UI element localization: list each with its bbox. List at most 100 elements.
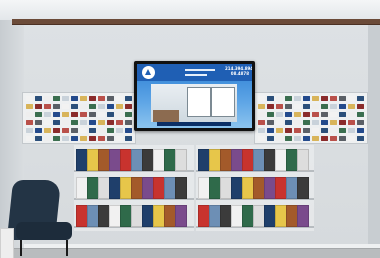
business-card: [258, 104, 265, 109]
business-card: [339, 128, 346, 133]
business-card: [303, 120, 310, 125]
business-card: [357, 120, 364, 125]
tv-header-text: [185, 69, 215, 71]
side-table: [0, 228, 14, 258]
business-card: [276, 104, 283, 109]
business-card: [71, 120, 78, 125]
floor: [0, 248, 380, 258]
business-card: [258, 128, 265, 133]
business-card: [303, 96, 310, 101]
business-card: [258, 120, 265, 125]
business-card: [44, 104, 51, 109]
business-card: [35, 136, 42, 141]
business-card: [330, 128, 337, 133]
business-card: [348, 136, 355, 141]
business-card: [80, 104, 87, 109]
business-card: [312, 96, 319, 101]
business-card: [357, 128, 364, 133]
business-card: [71, 104, 78, 109]
business-card: [26, 96, 33, 101]
business-card: [35, 120, 42, 125]
business-card: [80, 136, 87, 141]
business-card: [98, 136, 105, 141]
business-card: [321, 104, 328, 109]
business-card: [267, 120, 274, 125]
business-card: [339, 96, 346, 101]
business-card: [62, 96, 69, 101]
business-card: [348, 112, 355, 117]
business-card: [267, 112, 274, 117]
business-card: [357, 104, 364, 109]
ceiling: [0, 0, 380, 20]
business-card: [71, 136, 78, 141]
business-card: [125, 96, 132, 101]
business-card: [312, 104, 319, 109]
business-card: [125, 136, 132, 141]
business-card: [62, 136, 69, 141]
business-card: [348, 104, 355, 109]
business-card: [294, 104, 301, 109]
business-card: [339, 120, 346, 125]
business-card: [267, 96, 274, 101]
lobby-chair-leg: [20, 240, 22, 256]
tv-screen: 214.394.8944 08.4878: [137, 64, 252, 128]
business-card: [98, 112, 105, 117]
business-card: [26, 136, 33, 141]
business-card: [98, 128, 105, 133]
business-card: [62, 120, 69, 125]
brochure: [297, 149, 309, 171]
business-card: [53, 136, 60, 141]
business-card: [98, 120, 105, 125]
brochure-rack-left: [74, 145, 194, 231]
business-card: [348, 96, 355, 101]
business-card: [258, 96, 265, 101]
business-card: [357, 96, 364, 101]
business-card: [258, 136, 265, 141]
business-card: [107, 96, 114, 101]
business-card: [285, 112, 292, 117]
business-card: [276, 112, 283, 117]
business-card: [44, 120, 51, 125]
business-card: [107, 104, 114, 109]
business-card: [312, 112, 319, 117]
business-card: [276, 96, 283, 101]
business-card: [339, 104, 346, 109]
business-card: [330, 96, 337, 101]
business-card: [339, 112, 346, 117]
tv-phone-number: 214.394.8944 08.4878: [225, 66, 252, 76]
business-card: [35, 104, 42, 109]
business-card: [116, 96, 123, 101]
wall-tv: 214.394.8944 08.4878: [134, 61, 255, 131]
business-card: [80, 128, 87, 133]
business-card: [303, 112, 310, 117]
business-card: [357, 136, 364, 141]
business-card: [312, 120, 319, 125]
business-card: [107, 128, 114, 133]
business-card: [44, 128, 51, 133]
business-card: [285, 96, 292, 101]
business-card: [44, 96, 51, 101]
business-card: [44, 112, 51, 117]
business-card: [89, 120, 96, 125]
business-card: [321, 112, 328, 117]
business-card: [339, 136, 346, 141]
business-card: [116, 136, 123, 141]
business-card: [35, 112, 42, 117]
business-card: [116, 104, 123, 109]
business-card-rack-left: [22, 92, 136, 144]
right-wall: [368, 24, 380, 250]
business-card: [276, 136, 283, 141]
business-card: [294, 96, 301, 101]
business-card: [89, 112, 96, 117]
business-card: [98, 96, 105, 101]
business-card: [330, 120, 337, 125]
business-card: [267, 128, 274, 133]
business-card: [71, 96, 78, 101]
business-card: [330, 112, 337, 117]
business-card: [312, 136, 319, 141]
business-card: [80, 96, 87, 101]
business-card: [26, 104, 33, 109]
tv-room-window: [211, 87, 235, 117]
business-card: [276, 120, 283, 125]
business-card: [285, 120, 292, 125]
